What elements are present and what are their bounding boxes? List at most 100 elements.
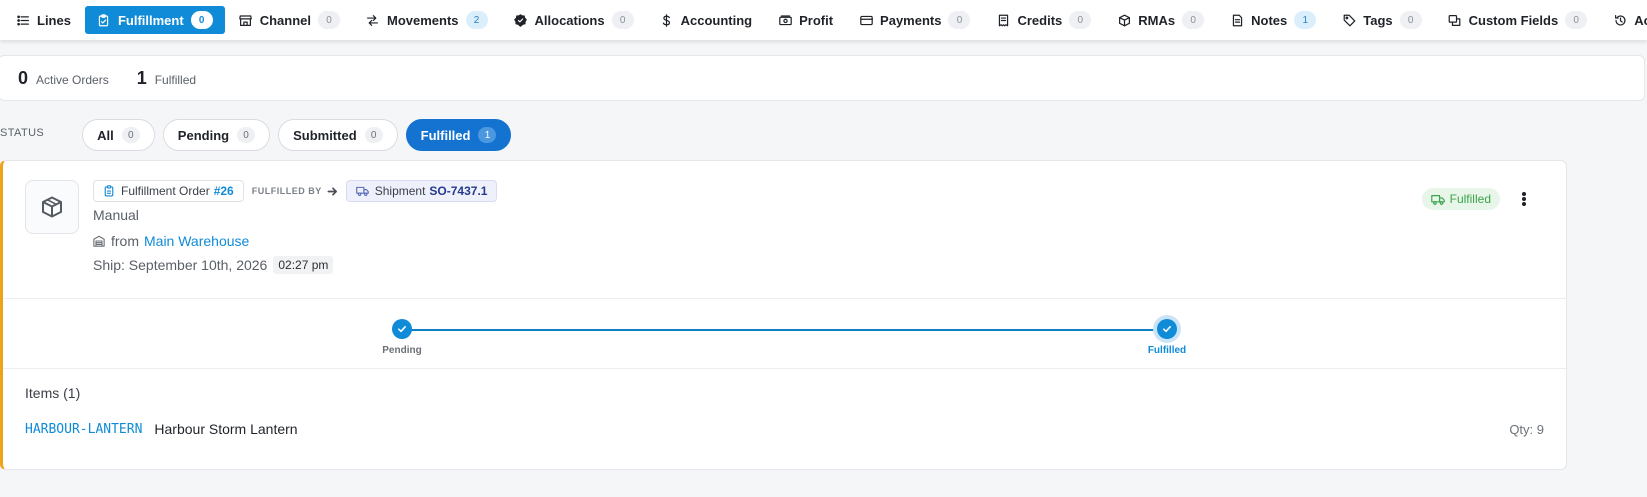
status-pill-fulfilled[interactable]: Fulfilled 1 (405, 119, 512, 151)
tab-credits[interactable]: Credits 0 (984, 6, 1103, 34)
tab-count-badge: 0 (1565, 11, 1588, 29)
fulfilled-by-label: FULFILLED BY (252, 186, 338, 197)
tab-lines[interactable]: Lines (4, 6, 83, 34)
shipment-label: Shipment (374, 184, 426, 198)
tab-fulfillment[interactable]: Fulfillment 0 (84, 6, 225, 34)
tab-accounting[interactable]: Accounting (648, 6, 765, 34)
dollar-icon (660, 13, 674, 27)
fulfillment-progress: Pending Fulfilled (3, 299, 1566, 369)
status-pill-pending[interactable]: Pending 0 (162, 119, 271, 151)
status-pill-all[interactable]: All 0 (82, 119, 155, 151)
ship-date: Ship: September 10th, 2026 02:27 pm (93, 256, 334, 274)
tab-label: Profit (799, 12, 834, 28)
tab-tags[interactable]: Tags 0 (1330, 6, 1433, 34)
tab-rmas[interactable]: RMAs 0 (1105, 6, 1216, 34)
orders-summary: 0 Active Orders 1 Fulfilled (0, 55, 1645, 101)
clipboard-icon (97, 13, 111, 27)
store-icon (239, 13, 253, 27)
tab-label: RMAs (1138, 12, 1176, 28)
order-channel: Manual (93, 207, 139, 223)
status-filter-label: STATUS (0, 127, 45, 139)
truck-check-icon (1430, 194, 1445, 205)
origin-warehouse: from Main Warehouse (93, 233, 249, 249)
tab-label: Lines (37, 12, 71, 28)
check-icon (1157, 319, 1177, 339)
credit-card-icon (859, 13, 873, 27)
warehouse-link[interactable]: Main Warehouse (144, 233, 249, 249)
tab-allocations[interactable]: Allocations 0 (502, 6, 646, 34)
status-badge-text: Fulfilled (1449, 192, 1491, 206)
status-pill-label: Pending (177, 127, 230, 143)
note-icon (1230, 13, 1244, 27)
step-pending: Pending (362, 319, 442, 356)
tab-label: Activity (1634, 12, 1647, 28)
from-label: from (111, 233, 139, 249)
active-orders-count: 0 (18, 67, 29, 88)
fulfillment-order-chip[interactable]: Fulfillment Order #26 (93, 180, 244, 202)
status-filter: STATUS All 0 Pending 0 Submitted 0 Fulfilled 1 (0, 118, 519, 152)
tab-activity[interactable]: Activity (1601, 6, 1647, 34)
status-pill-label: Submitted (293, 127, 357, 143)
tab-channel[interactable]: Channel 0 (227, 6, 352, 34)
tab-count-badge: 1 (1294, 11, 1317, 29)
tab-label: Custom Fields (1468, 12, 1559, 28)
fulfillment-order-label: Fulfillment Order (121, 184, 210, 198)
return-box-icon (1117, 13, 1131, 27)
tab-label: Movements (386, 12, 459, 28)
tab-count-badge: 0 (190, 11, 213, 29)
tab-count-badge: 0 (1182, 11, 1205, 29)
status-pill-label: Fulfilled (420, 127, 471, 143)
check-icon (392, 319, 412, 339)
shipment-number: SO-7437.1 (429, 184, 488, 198)
receipt-icon (996, 13, 1010, 27)
step-fulfilled: Fulfilled (1127, 319, 1207, 356)
ship-time: 02:27 pm (273, 256, 334, 274)
order-tab-bar: Lines Fulfillment 0 Channel 0 Movements 2 Alloc… (0, 0, 1647, 40)
fulfillment-order-number: #26 (213, 184, 234, 198)
truck-icon (355, 186, 369, 196)
tab-label: Fulfillment (117, 12, 184, 28)
tab-label: Channel (259, 12, 311, 28)
tab-label: Tags (1363, 12, 1393, 28)
active-orders-label: Active Orders (36, 72, 109, 87)
history-icon (1613, 13, 1627, 27)
item-quantity: Qty: 9 (1509, 421, 1544, 437)
tab-profit[interactable]: Profit (766, 6, 845, 34)
tab-count-badge: 0 (948, 11, 971, 29)
shipment-chip[interactable]: Shipment SO-7437.1 (345, 180, 498, 202)
tab-label: Accounting (680, 12, 753, 28)
tag-icon (1342, 13, 1356, 27)
tab-count-badge: 0 (1069, 11, 1092, 29)
status-pill-count: 0 (237, 127, 256, 143)
badge-check-icon (514, 13, 528, 27)
more-options-icon[interactable] (1516, 190, 1532, 208)
cash-icon (778, 13, 792, 27)
tab-movements[interactable]: Movements 2 (354, 6, 500, 34)
list-item: HARBOUR-LANTERN Harbour Storm Lantern Qt… (25, 421, 1544, 437)
tab-count-badge: 0 (317, 11, 340, 29)
divider (3, 368, 1566, 369)
items-title: Items (1) (25, 385, 81, 401)
arrow-right-icon (327, 186, 337, 196)
clipboard-icon (104, 185, 114, 197)
tab-label: Notes (1251, 12, 1288, 28)
tab-custom-fields[interactable]: Custom Fields 0 (1436, 6, 1600, 34)
tab-label: Credits (1017, 12, 1063, 28)
swap-arrows-icon (366, 13, 380, 27)
status-pill-count: 0 (364, 127, 383, 143)
item-name: Harbour Storm Lantern (154, 421, 298, 437)
status-pill-submitted[interactable]: Submitted 0 (278, 119, 398, 151)
tab-count-badge: 2 (465, 11, 488, 29)
item-sku-link[interactable]: HARBOUR-LANTERN (25, 422, 142, 437)
tab-notes[interactable]: Notes 1 (1218, 6, 1328, 34)
fulfilled-label: Fulfilled (154, 72, 197, 87)
list-icon (16, 13, 30, 27)
status-badge: Fulfilled (1421, 188, 1500, 210)
progress-track (402, 329, 1167, 331)
tab-payments[interactable]: Payments 0 (847, 6, 982, 34)
fulfilled-count: 1 (136, 67, 147, 88)
fulfilled-stat: 1 Fulfilled (137, 68, 196, 89)
warehouse-icon (93, 235, 105, 247)
tab-count-badge: 0 (611, 11, 634, 29)
order-header: Fulfillment Order #26 FULFILLED BY Shipm… (93, 180, 498, 202)
